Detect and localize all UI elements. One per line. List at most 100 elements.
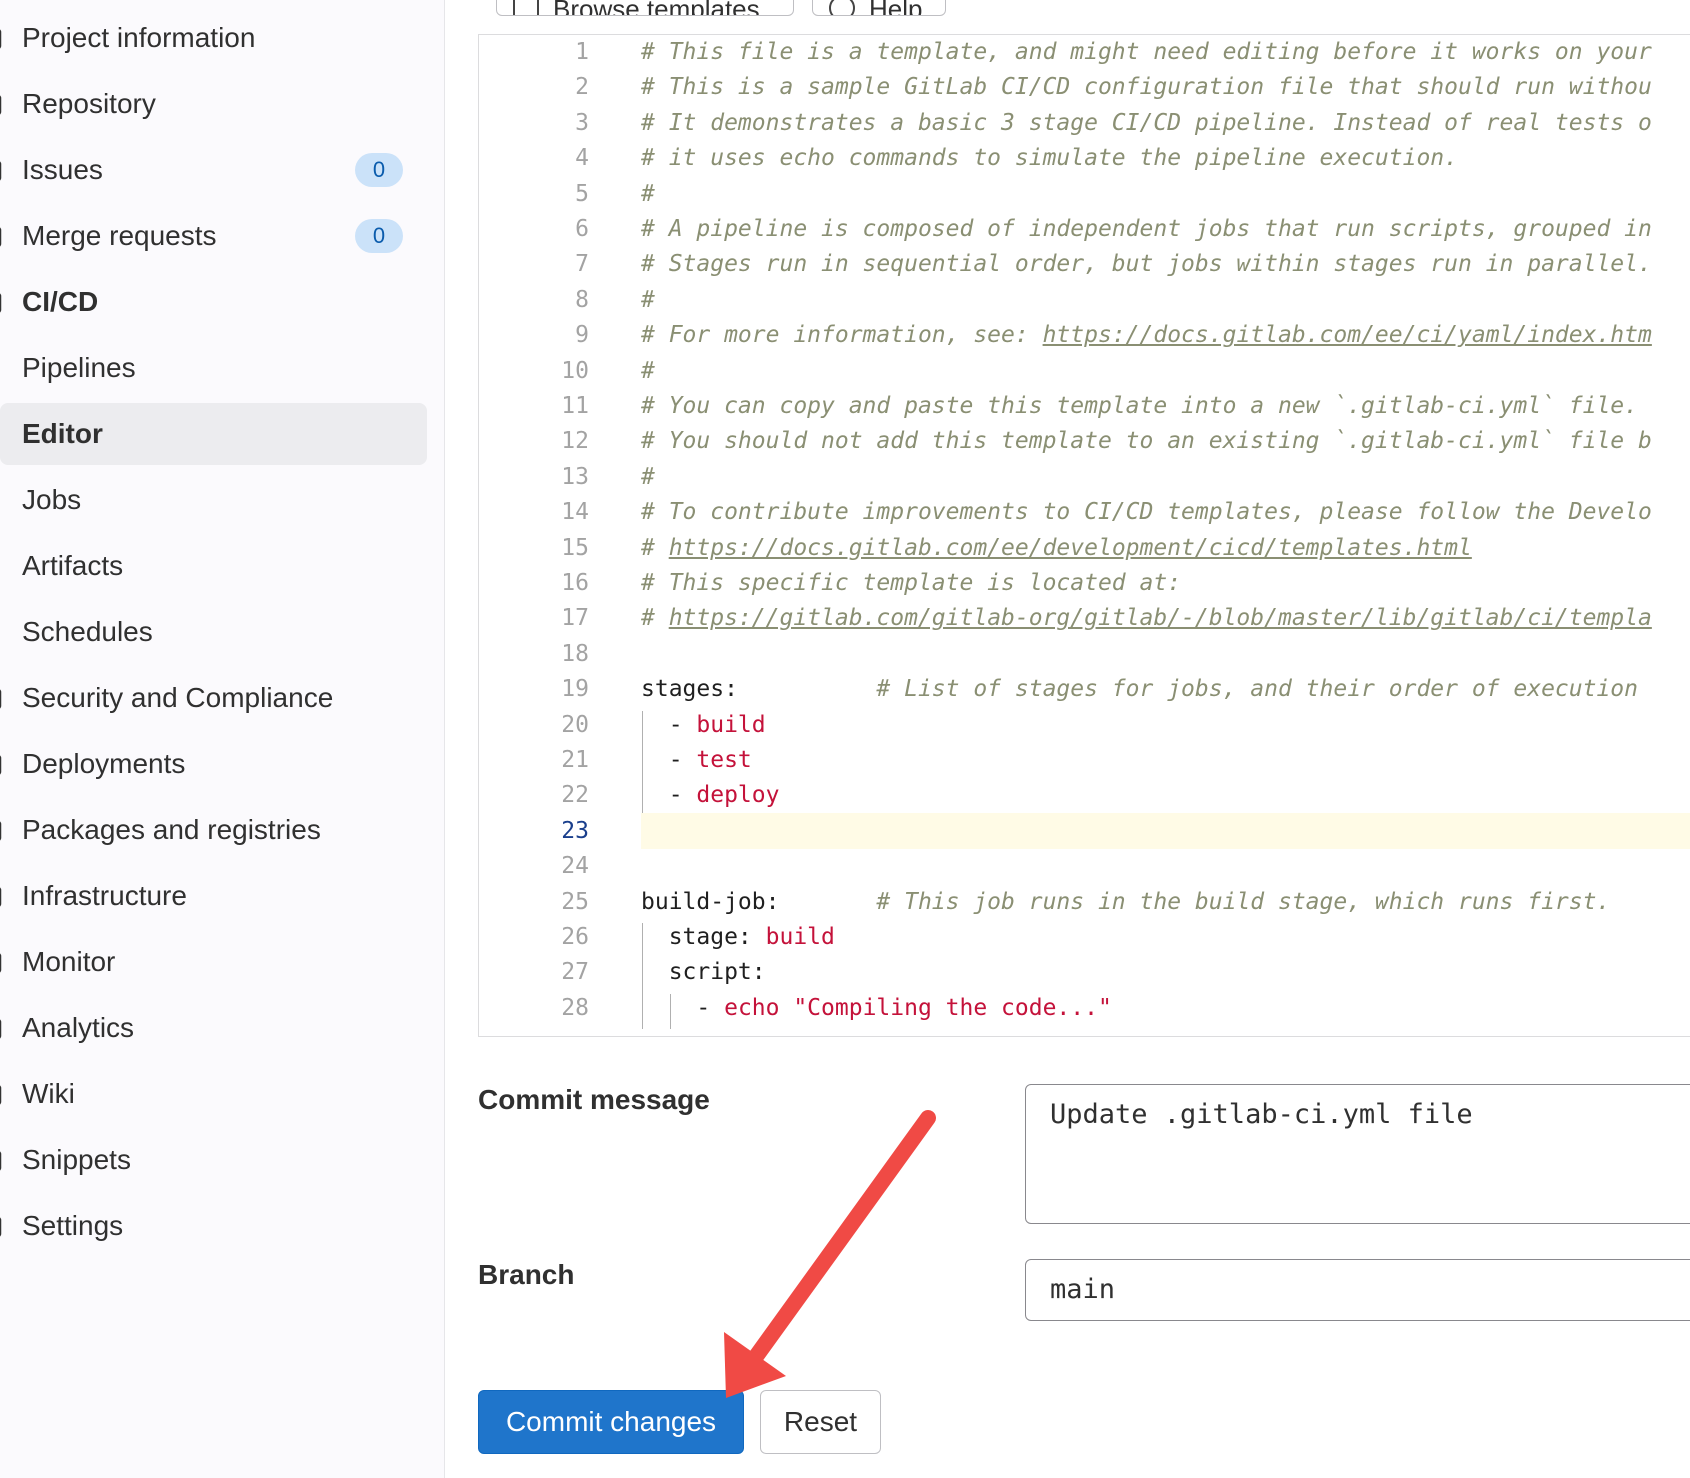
sidebar-item-repository[interactable]: Repository [0, 73, 427, 135]
code-content[interactable] [641, 848, 1690, 884]
code-token: - [641, 782, 697, 809]
code-content[interactable]: - echo "Compiling the code..." [641, 990, 1690, 1026]
sidebar-item-infrastructure[interactable]: Infrastructure [0, 865, 427, 927]
sidebar-item-label: Merge requests [22, 220, 217, 251]
code-content[interactable]: - test [641, 742, 1690, 778]
sidebar-item-artifacts[interactable]: Artifacts [0, 535, 427, 597]
sidebar-item-label: Issues [22, 154, 103, 185]
code-content[interactable]: # You should not add this template to an… [641, 423, 1690, 459]
deployments-icon [0, 752, 4, 776]
sidebar-item-label: Artifacts [22, 550, 124, 581]
code-content[interactable]: # This is a sample GitLab CI/CD configur… [641, 69, 1690, 105]
code-content[interactable]: # For more information, see: https://doc… [641, 317, 1690, 353]
code-content[interactable]: # This file is a template, and might nee… [641, 35, 1690, 70]
code-line: 9 # For more information, see: https://do… [479, 317, 1690, 353]
code-editor[interactable]: 1 # This file is a template, and might ne… [478, 34, 1690, 1037]
code-token: build [696, 711, 766, 738]
sidebar-item-monitor[interactable]: Monitor [0, 931, 427, 993]
sidebar-item-deployments[interactable]: Deployments [0, 733, 427, 795]
sidebar-item-label: Editor [22, 418, 103, 449]
code-line: 20 - build [479, 707, 1690, 743]
repository-icon [0, 92, 4, 116]
code-content[interactable]: - build [641, 707, 1690, 743]
line-number: 1 [575, 39, 589, 65]
line-number: 5 [575, 180, 589, 207]
code-content[interactable]: # it uses echo commands to simulate the … [641, 140, 1690, 176]
browse-templates-label: Browse templates [553, 0, 760, 16]
code-line: 1 # This file is a template, and might ne… [479, 35, 1690, 70]
line-number: 19 [561, 676, 589, 703]
sidebar-item-schedules[interactable]: Schedules [0, 601, 427, 663]
sidebar-item-snippets[interactable]: Snippets [0, 1129, 427, 1191]
code-token: # For more information, see: [641, 322, 1043, 349]
code-link[interactable]: https://gitlab.com/gitlab-org/gitlab/-/b… [669, 605, 1652, 631]
code-content[interactable]: # To contribute improvements to CI/CD te… [641, 494, 1690, 530]
code-line: 17 # https://gitlab.com/gitlab-org/gitlab… [479, 600, 1690, 636]
code-line: 23 [479, 812, 1690, 849]
code-token: stage: [641, 924, 766, 950]
code-content[interactable]: stage: build [641, 919, 1690, 955]
code-content[interactable]: # Stages run in sequential order, but jo… [641, 246, 1690, 282]
code-content[interactable] [641, 636, 1690, 672]
code-token: deploy [696, 782, 780, 809]
ci-cd-icon [0, 290, 4, 314]
code-content[interactable]: # [641, 176, 1690, 212]
sidebar-item-packages-and-registries[interactable]: Packages and registries [0, 799, 427, 861]
code-line: 3 # It demonstrates a basic 3 stage CI/CD… [479, 105, 1690, 141]
code-token: # To contribute improvements to CI/CD te… [641, 499, 1652, 526]
code-line: 8 # [479, 282, 1690, 318]
branch-field[interactable]: main [1025, 1259, 1690, 1321]
code-content[interactable] [641, 812, 1690, 849]
code-line: 15 # https://docs.gitlab.com/ee/developme… [479, 530, 1690, 566]
sidebar-item-settings[interactable]: Settings [0, 1195, 427, 1257]
code-token: - [641, 747, 697, 773]
code-line: 4 # it uses echo commands to simulate the… [479, 140, 1690, 176]
code-content[interactable]: # https://gitlab.com/gitlab-org/gitlab/-… [641, 600, 1690, 636]
commit-message-field[interactable]: Update .gitlab-ci.yml file [1025, 1084, 1690, 1224]
line-number: 27 [561, 959, 589, 986]
sidebar-item-ci-cd[interactable]: CI/CD [0, 271, 427, 333]
sidebar-item-merge-requests[interactable]: Merge requests 0 [0, 205, 427, 267]
sidebar-item-label: Infrastructure [22, 880, 187, 911]
help-button[interactable]: Help [812, 0, 946, 16]
code-line: 6 # A pipeline is composed of independent… [479, 211, 1690, 247]
merge-requests-icon [0, 224, 4, 248]
sidebar-item-label: Deployments [22, 748, 186, 779]
code-token: build-job: [641, 888, 877, 915]
line-number: 23 [561, 817, 589, 844]
code-content[interactable]: - deploy [641, 777, 1690, 813]
code-content[interactable]: # A pipeline is composed of independent … [641, 211, 1690, 247]
sidebar-item-pipelines[interactable]: Pipelines [0, 337, 427, 399]
sidebar-item-security-and-compliance[interactable]: Security and Compliance [0, 667, 427, 729]
code-content[interactable]: # https://docs.gitlab.com/ee/development… [641, 530, 1690, 566]
sidebar-item-analytics[interactable]: Analytics [0, 997, 427, 1059]
sidebar-item-jobs[interactable]: Jobs [0, 469, 427, 531]
code-content[interactable]: # [641, 459, 1690, 495]
code-line: 11 # You can copy and paste this template… [479, 388, 1690, 424]
indent-guide [642, 710, 643, 813]
code-content[interactable]: script: [641, 954, 1690, 990]
code-content[interactable]: build-job: # This job runs in the build … [641, 884, 1690, 920]
sidebar-item-label: Security and Compliance [22, 682, 334, 713]
code-line: 2 # This is a sample GitLab CI/CD configu… [479, 69, 1690, 105]
sidebar-item-editor[interactable]: Editor [0, 403, 427, 465]
line-number: 20 [561, 711, 589, 738]
code-content[interactable]: stages: # List of stages for jobs, and t… [641, 671, 1690, 707]
line-number: 8 [575, 286, 589, 313]
sidebar-item-issues[interactable]: Issues 0 [0, 139, 427, 201]
line-number: 7 [575, 251, 589, 278]
code-content[interactable]: # [641, 353, 1690, 389]
line-number: 4 [575, 145, 589, 172]
code-token: # A pipeline is composed of independent … [641, 216, 1652, 242]
commit-changes-button[interactable]: Commit changes [478, 1390, 744, 1454]
code-link[interactable]: https://docs.gitlab.com/ee/development/c… [669, 535, 1472, 561]
sidebar-item-project-information[interactable]: Project information [0, 7, 427, 69]
reset-button[interactable]: Reset [760, 1390, 881, 1454]
code-content[interactable]: # It demonstrates a basic 3 stage CI/CD … [641, 105, 1690, 141]
code-link[interactable]: https://docs.gitlab.com/ee/ci/yaml/index… [1043, 322, 1652, 348]
browse-templates-button[interactable]: Browse templates [496, 0, 794, 16]
sidebar-item-wiki[interactable]: Wiki [0, 1063, 427, 1125]
code-content[interactable]: # This specific template is located at: [641, 565, 1690, 601]
code-content[interactable]: # [641, 282, 1690, 318]
code-content[interactable]: # You can copy and paste this template i… [641, 388, 1690, 424]
